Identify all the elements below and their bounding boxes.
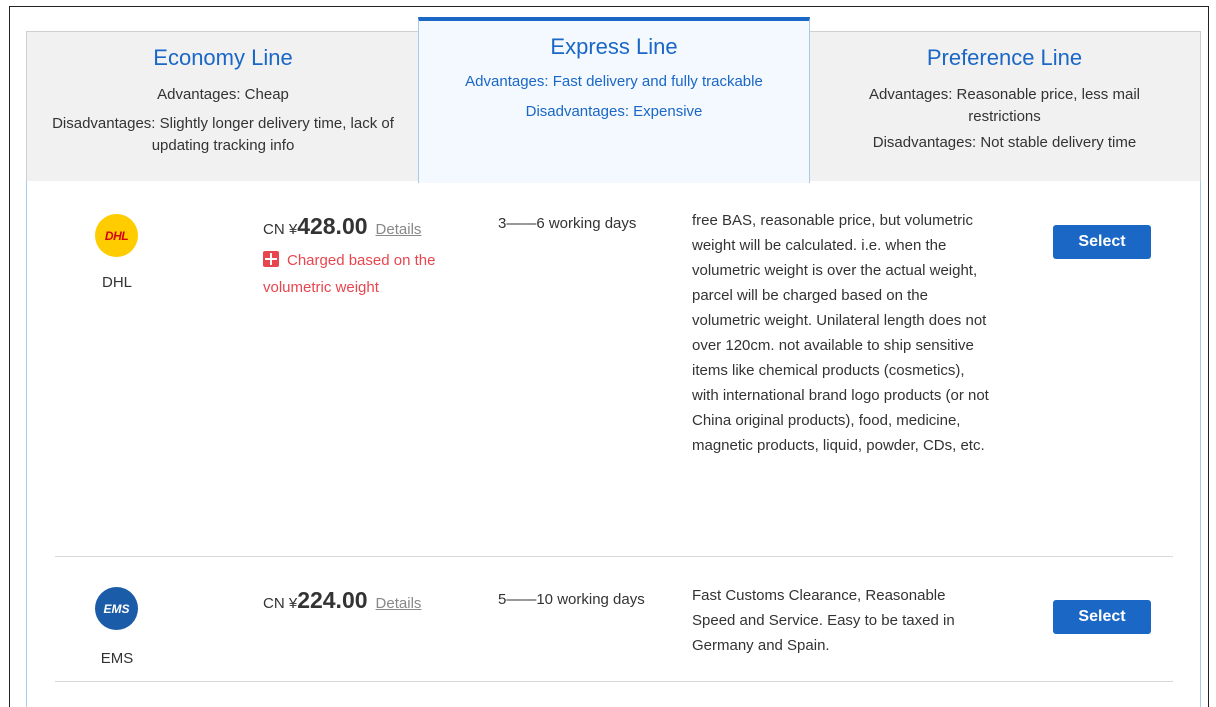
delivery-time: 5——10 working days [498,591,645,608]
price: CN ¥224.00 Details [263,587,421,614]
carrier-description: free BAS, reasonable price, but volumetr… [692,212,989,454]
warning-text: Charged based on the volumetric weight [263,252,436,296]
ems-logo-icon: EMS [95,587,138,630]
details-link[interactable]: Details [376,595,422,612]
tab-disadvantages: Disadvantages: Not stable delivery time [872,134,1137,151]
price-currency: CN ¥ [263,221,298,238]
row-divider [55,681,1173,682]
price-amount: 428.00 [297,213,368,239]
carrier-name: EMS [100,650,134,667]
carrier-description: Fast Customs Clearance, Reasonable Speed… [692,587,955,654]
tab-advantages: Advantages: Reasonable price, less mail … [869,86,1140,125]
price-currency: CN ¥ [263,595,298,612]
tab-title: Economy Line [153,45,293,70]
volumetric-warning: Charged based on the volumetric weight [263,247,493,301]
ems-logo-text: EMS [103,601,130,616]
details-link[interactable]: Details [376,221,422,238]
tab-economy-line[interactable]: Economy Line Advantages: Cheap Disadvant… [26,31,419,182]
tab-advantages: Advantages: Cheap [157,86,289,103]
tab-title: Express Line [550,34,678,59]
tab-advantages: Advantages: Fast delivery and fully trac… [465,73,763,90]
tab-title: Preference Line [926,45,1083,70]
carrier-row-dhl: DHL DHL CN ¥428.00 Details Charged based … [27,181,1200,556]
select-button[interactable]: Select [1053,600,1151,634]
dhl-logo-icon: DHL [95,214,138,257]
tab-express-line[interactable]: Express Line Advantages: Fast delivery a… [418,17,810,183]
tab-disadvantages: Disadvantages: Expensive [525,103,703,120]
carrier-list-panel: DHL DHL CN ¥428.00 Details Charged based … [26,181,1201,707]
carrier-row-ems: EMS EMS CN ¥224.00 Details 5——10 working … [27,557,1200,682]
dhl-logo-text: DHL [104,228,129,243]
price-amount: 224.00 [297,587,368,613]
delivery-time: 3——6 working days [498,215,637,232]
calculator-icon [263,251,279,267]
tab-preference-line[interactable]: Preference Line Advantages: Reasonable p… [809,31,1201,182]
tab-disadvantages: Disadvantages: Slightly longer delivery … [52,115,394,154]
price: CN ¥428.00 Details [263,213,421,240]
carrier-name: DHL [101,274,132,291]
select-button[interactable]: Select [1053,225,1151,259]
